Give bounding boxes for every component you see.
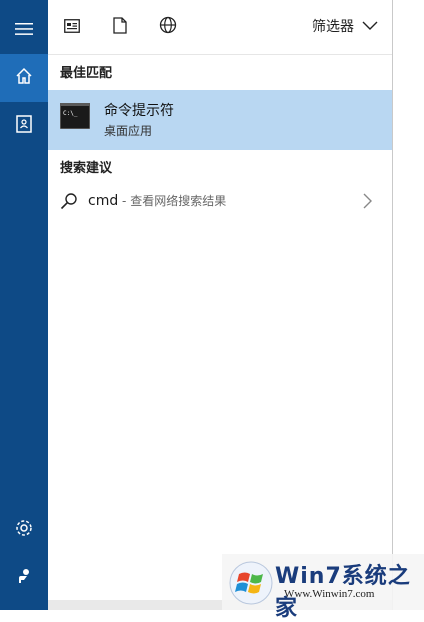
suggestion-desc: - 查看网络搜索结果	[118, 194, 227, 208]
watermark-url: Www.Winwin7.com	[284, 588, 375, 600]
app-name: 命令提示符	[104, 103, 174, 119]
filter-label: 筛选器	[312, 19, 354, 35]
start-nav-rail	[0, 0, 48, 610]
home-button[interactable]	[0, 54, 48, 102]
svg-text:C:\_: C:\_	[63, 110, 78, 117]
filter-dropdown[interactable]: 筛选器	[312, 16, 378, 36]
suggestions-heading: 搜索建议	[60, 161, 113, 176]
menu-icon	[15, 21, 33, 40]
best-match-result[interactable]: C:\_ 命令提示符 桌面应用	[48, 90, 392, 150]
command-prompt-icon: C:\_	[59, 102, 91, 133]
chevron-down-icon	[362, 18, 378, 34]
documents-filter-button[interactable]	[108, 15, 132, 39]
notebook-icon	[16, 115, 32, 137]
best-match-heading: 最佳匹配	[60, 66, 113, 81]
filter-toolbar: 筛选器	[48, 0, 392, 55]
suggestion-query: cmd	[88, 193, 119, 209]
feedback-button[interactable]	[0, 554, 48, 602]
apps-filter-button[interactable]	[60, 15, 84, 39]
menu-button[interactable]	[0, 6, 48, 54]
windows-logo-icon	[228, 560, 274, 610]
chevron-right-icon	[363, 193, 372, 213]
document-icon	[113, 16, 127, 38]
feedback-icon	[15, 567, 33, 589]
watermark: Win7系统之家 Www.Winwin7.com	[222, 554, 424, 621]
desktop-background	[393, 0, 424, 610]
settings-button[interactable]	[0, 506, 48, 554]
search-icon	[60, 192, 78, 214]
web-filter-button[interactable]	[156, 15, 180, 39]
home-icon	[15, 67, 33, 89]
web-icon	[159, 16, 177, 38]
apps-icon	[64, 18, 80, 37]
app-type: 桌面应用	[104, 124, 153, 138]
notebook-button[interactable]	[0, 102, 48, 150]
search-results-panel: 筛选器 最佳匹配 C:\_ 命令提示符 桌面应用 搜索建议 cmd - 查看网络…	[48, 0, 393, 610]
web-suggestion-item[interactable]: cmd - 查看网络搜索结果	[48, 186, 392, 216]
settings-icon	[14, 518, 34, 542]
